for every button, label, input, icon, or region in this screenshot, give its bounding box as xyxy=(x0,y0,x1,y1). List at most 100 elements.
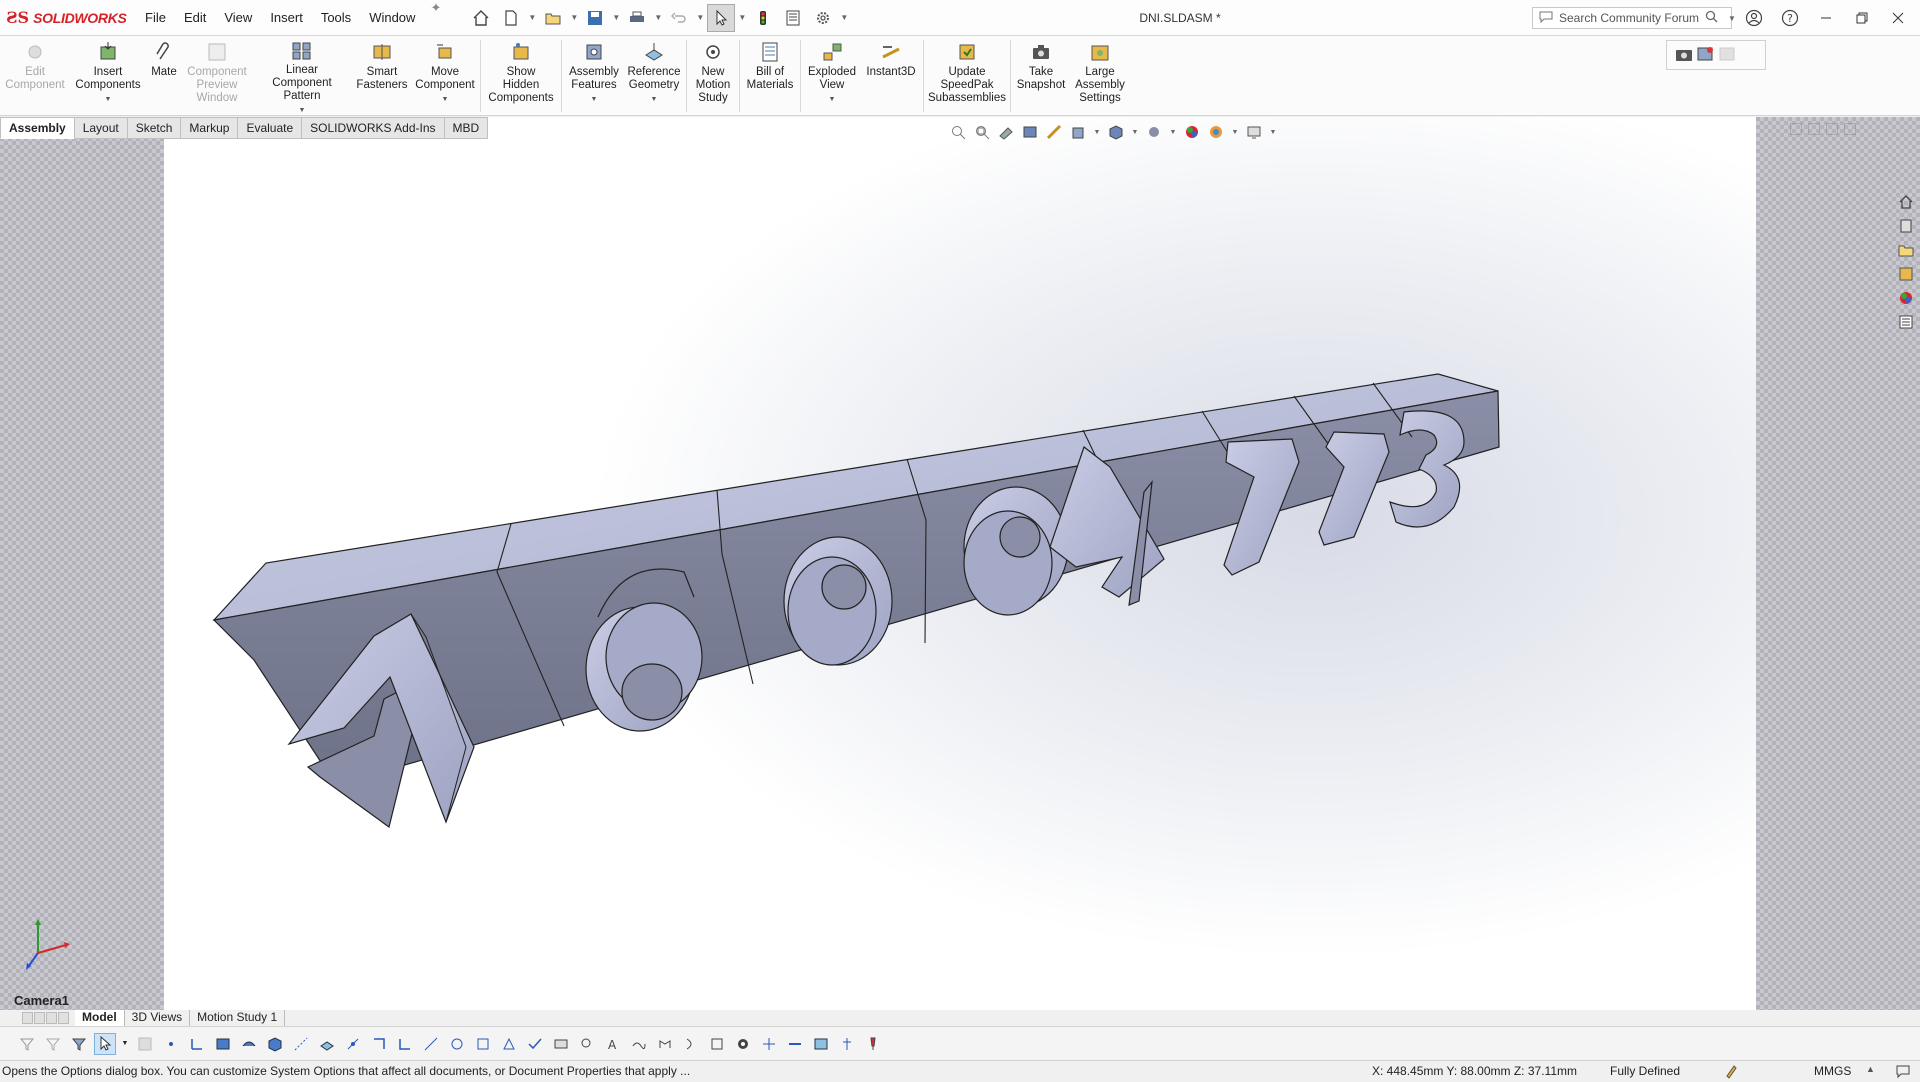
snapshot-gallery-icon[interactable] xyxy=(1719,46,1737,65)
exploded-view-button[interactable]: Exploded View ▼ xyxy=(803,40,861,112)
new-dropdown-icon[interactable]: ▼ xyxy=(527,13,537,22)
print-dropdown-icon[interactable]: ▼ xyxy=(653,13,663,22)
assembly-features-dropdown-icon[interactable]: ▼ xyxy=(591,93,598,106)
move-component-button[interactable]: Move Component ▼ xyxy=(412,40,478,112)
filter-centerline-icon[interactable] xyxy=(420,1033,442,1055)
hide-show-icon[interactable] xyxy=(1145,123,1163,141)
tab-layout[interactable]: Layout xyxy=(74,117,128,139)
instant3d-button[interactable]: Instant3D xyxy=(861,40,921,112)
filter-surface-icon[interactable] xyxy=(238,1033,260,1055)
take-snapshot-button[interactable]: Take Snapshot xyxy=(1013,40,1069,112)
filter-edges-icon[interactable] xyxy=(186,1033,208,1055)
filter-faces-icon[interactable] xyxy=(212,1033,234,1055)
large-assembly-button[interactable]: Large Assembly Settings xyxy=(1069,40,1131,112)
filter-sketch-segment-icon[interactable] xyxy=(368,1033,390,1055)
filter-surface-finish-icon[interactable] xyxy=(498,1033,520,1055)
filter-notes-icon[interactable] xyxy=(550,1033,572,1055)
apply-scene-icon[interactable] xyxy=(1207,123,1225,141)
filter-clear-icon[interactable] xyxy=(42,1033,64,1055)
menu-view[interactable]: View xyxy=(215,0,261,36)
scroll-next-icon[interactable] xyxy=(46,1012,57,1024)
tab-mbd[interactable]: MBD xyxy=(444,117,489,139)
filter-toggle-icon[interactable] xyxy=(16,1033,38,1055)
graphics-area[interactable]: ▼ ▼ ▼ ▼ ▼ Camera1 xyxy=(0,117,1920,1010)
appearances-scenes-icon[interactable] xyxy=(1895,288,1917,308)
tab-motion-study[interactable]: Motion Study 1 xyxy=(190,1010,286,1026)
tab-sketch[interactable]: Sketch xyxy=(127,117,182,139)
filter-disabled-icon[interactable] xyxy=(134,1033,156,1055)
scroll-first-icon[interactable] xyxy=(22,1012,33,1024)
filter-mates-icon[interactable] xyxy=(784,1033,806,1055)
edit-component-button[interactable]: Edit Component xyxy=(0,40,70,112)
display-style-icon[interactable] xyxy=(1107,123,1125,141)
linear-pattern-dropdown-icon[interactable]: ▼ xyxy=(299,104,306,117)
viewport-minimize-icon[interactable] xyxy=(1790,123,1802,135)
restore-icon[interactable] xyxy=(1844,0,1880,36)
snapshot-edit-icon[interactable] xyxy=(1697,46,1715,65)
rebuild-icon[interactable] xyxy=(749,4,777,32)
tab-evaluate[interactable]: Evaluate xyxy=(238,117,303,139)
smart-fasteners-button[interactable]: Smart Fasteners xyxy=(352,40,412,112)
select-dropdown-icon[interactable]: ▼ xyxy=(737,13,747,22)
close-icon[interactable] xyxy=(1880,0,1916,36)
save-icon[interactable] xyxy=(581,4,609,32)
search-dropdown-icon[interactable]: ▼ xyxy=(1728,14,1736,23)
open-folder-icon[interactable] xyxy=(539,4,567,32)
filter-geometric-tol-icon[interactable] xyxy=(524,1033,546,1055)
tab-assembly[interactable]: Assembly xyxy=(0,117,75,139)
filter-all-icon[interactable] xyxy=(68,1033,90,1055)
update-speedpak-button[interactable]: Update SpeedPak Subassemblies xyxy=(926,40,1008,112)
view-settings-icon[interactable] xyxy=(1245,123,1263,141)
edit-appearance-icon[interactable] xyxy=(1183,123,1201,141)
previous-view-icon[interactable] xyxy=(997,123,1015,141)
filter-connection-icon[interactable] xyxy=(758,1033,780,1055)
filter-routing-icon[interactable] xyxy=(732,1033,754,1055)
filter-annotations-icon[interactable]: A xyxy=(602,1033,624,1055)
assembly-model[interactable] xyxy=(164,117,1756,1010)
filter-pin-icon[interactable] xyxy=(862,1033,884,1055)
filter-dimension-icon[interactable] xyxy=(472,1033,494,1055)
file-explorer-icon[interactable] xyxy=(1895,240,1917,260)
insert-components-dropdown-icon[interactable]: ▼ xyxy=(105,93,112,106)
reference-geometry-dropdown-icon[interactable]: ▼ xyxy=(651,93,658,106)
filter-sketch-point-icon[interactable] xyxy=(342,1033,364,1055)
help-icon[interactable]: ? xyxy=(1772,0,1808,36)
filter-planes-icon[interactable] xyxy=(316,1033,338,1055)
open-dropdown-icon[interactable]: ▼ xyxy=(569,13,579,22)
filter-axis-icon[interactable] xyxy=(290,1033,312,1055)
options-gear-icon[interactable] xyxy=(809,4,837,32)
user-account-icon[interactable] xyxy=(1736,0,1772,36)
filter-datum-icon[interactable] xyxy=(576,1033,598,1055)
view-orientation-dropdown-icon[interactable]: ▼ xyxy=(1093,123,1101,141)
display-style-dropdown-icon[interactable]: ▼ xyxy=(1131,123,1139,141)
tab-3d-views[interactable]: 3D Views xyxy=(125,1010,191,1026)
assembly-features-button[interactable]: Assembly Features ▼ xyxy=(564,40,624,112)
options-dropdown-icon[interactable]: ▼ xyxy=(839,13,849,22)
scroll-prev-icon[interactable] xyxy=(34,1012,45,1024)
file-properties-icon[interactable] xyxy=(779,4,807,32)
filter-dropdown-icon[interactable]: ▼ xyxy=(120,1033,130,1055)
exploded-view-dropdown-icon[interactable]: ▼ xyxy=(829,93,836,106)
zoom-to-fit-icon[interactable] xyxy=(949,123,967,141)
tab-markup[interactable]: Markup xyxy=(181,117,239,139)
apply-scene-dropdown-icon[interactable]: ▼ xyxy=(1231,123,1239,141)
snapshot-camera-icon[interactable] xyxy=(1675,46,1693,65)
chat-status-icon[interactable] xyxy=(1895,1063,1911,1082)
custom-properties-icon[interactable] xyxy=(1895,312,1917,332)
units-dropdown-icon[interactable]: ▲ xyxy=(1866,1064,1875,1074)
move-component-dropdown-icon[interactable]: ▼ xyxy=(442,93,449,106)
scroll-last-icon[interactable] xyxy=(58,1012,69,1024)
bill-of-materials-button[interactable]: Bill of Materials xyxy=(742,40,798,112)
save-dropdown-icon[interactable]: ▼ xyxy=(611,13,621,22)
reference-geometry-button[interactable]: Reference Geometry ▼ xyxy=(624,40,684,112)
digit-9-a[interactable] xyxy=(783,536,893,666)
model-canvas[interactable]: ▼ ▼ ▼ ▼ ▼ xyxy=(164,117,1756,1010)
search-icon[interactable] xyxy=(1705,10,1718,26)
solidworks-resources-icon[interactable] xyxy=(1895,192,1917,212)
dynamic-annotation-icon[interactable] xyxy=(1045,123,1063,141)
rebuild-status-icon[interactable] xyxy=(1724,1063,1740,1082)
filter-midpoint-icon[interactable] xyxy=(394,1033,416,1055)
menu-insert[interactable]: Insert xyxy=(261,0,312,36)
select-arrow-icon[interactable] xyxy=(707,3,736,32)
menu-edit[interactable]: Edit xyxy=(175,0,215,36)
